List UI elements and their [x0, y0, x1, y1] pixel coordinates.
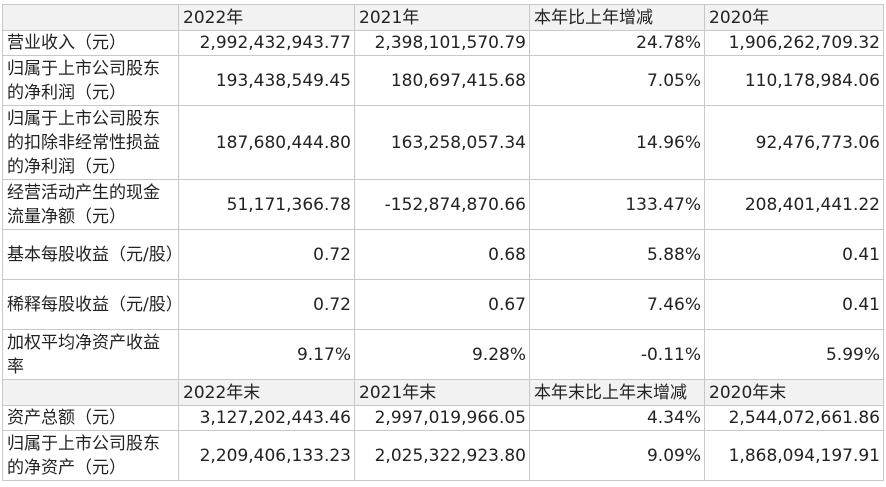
table-row: 资产总额（元） 3,127,202,443.46 2,997,019,966.0…: [2, 405, 884, 431]
header-cell: 2020年: [704, 4, 884, 31]
value-cell: 2,997,019,966.05: [354, 405, 530, 431]
value-cell: 0.68: [354, 229, 530, 280]
header-cell: 2020年末: [704, 379, 884, 406]
value-cell: 2,398,101,570.79: [354, 30, 530, 56]
value-cell: -152,874,870.66: [354, 179, 530, 230]
value-cell: 163,258,057.34: [354, 105, 530, 180]
table-row: 归属于上市公司股东的扣除非经常性损益的净利润（元） 187,680,444.80…: [2, 105, 884, 180]
value-cell: 2,544,072,661.86: [704, 405, 884, 431]
header-cell: 2021年: [354, 4, 530, 31]
value-cell: 2,025,322,923.80: [354, 430, 530, 481]
row-label: 资产总额（元）: [2, 405, 179, 431]
header-row-period-end: 2022年末 2021年末 本年末比上年末增减 2020年末: [2, 379, 884, 406]
header-cell: 2022年: [178, 4, 355, 31]
table-row: 加权平均净资产收益率 9.17% 9.28% -0.11% 5.99%: [2, 329, 884, 380]
header-cell: 2022年末: [178, 379, 355, 406]
value-cell: 0.41: [704, 229, 884, 280]
table-row: 稀释每股收益（元/股） 0.72 0.67 7.46% 0.41: [2, 279, 884, 330]
value-cell: 9.17%: [178, 329, 355, 380]
value-cell: 24.78%: [529, 30, 705, 56]
table-row: 营业收入（元） 2,992,432,943.77 2,398,101,570.7…: [2, 30, 884, 56]
header-cell: [2, 4, 179, 31]
value-cell: -0.11%: [529, 329, 705, 380]
value-cell: 133.47%: [529, 179, 705, 230]
value-cell: 208,401,441.22: [704, 179, 884, 230]
value-cell: 51,171,366.78: [178, 179, 355, 230]
row-label: 归属于上市公司股东的扣除非经常性损益的净利润（元）: [2, 105, 179, 180]
value-cell: 180,697,415.68: [354, 55, 530, 106]
row-label: 加权平均净资产收益率: [2, 329, 179, 380]
value-cell: 0.67: [354, 279, 530, 330]
value-cell: 2,992,432,943.77: [178, 30, 355, 56]
value-cell: 5.88%: [529, 229, 705, 280]
header-cell: 本年末比上年末增减: [529, 379, 705, 406]
value-cell: 9.09%: [529, 430, 705, 481]
header-cell: 2021年末: [354, 379, 530, 406]
row-label: 归属于上市公司股东的净资产（元）: [2, 430, 179, 481]
value-cell: 14.96%: [529, 105, 705, 180]
value-cell: 3,127,202,443.46: [178, 405, 355, 431]
value-cell: 5.99%: [704, 329, 884, 380]
value-cell: 1,868,094,197.91: [704, 430, 884, 481]
value-cell: 92,476,773.06: [704, 105, 884, 180]
value-cell: 7.05%: [529, 55, 705, 106]
row-label: 营业收入（元）: [2, 30, 179, 56]
value-cell: 193,438,549.45: [178, 55, 355, 106]
table-row: 归属于上市公司股东的净资产（元） 2,209,406,133.23 2,025,…: [2, 430, 884, 481]
value-cell: 4.34%: [529, 405, 705, 431]
table-row: 归属于上市公司股东的净利润（元） 193,438,549.45 180,697,…: [2, 55, 884, 106]
header-row: 2022年 2021年 本年比上年增减 2020年: [2, 4, 884, 31]
value-cell: 9.28%: [354, 329, 530, 380]
value-cell: 0.41: [704, 279, 884, 330]
value-cell: 187,680,444.80: [178, 105, 355, 180]
row-label: 稀释每股收益（元/股）: [2, 279, 179, 330]
row-label: 经营活动产生的现金流量净额（元）: [2, 179, 179, 230]
value-cell: 2,209,406,133.23: [178, 430, 355, 481]
value-cell: 110,178,984.06: [704, 55, 884, 106]
table-row: 基本每股收益（元/股） 0.72 0.68 5.88% 0.41: [2, 229, 884, 280]
value-cell: 7.46%: [529, 279, 705, 330]
header-cell: [2, 379, 179, 406]
header-cell: 本年比上年增减: [529, 4, 705, 31]
value-cell: 0.72: [178, 229, 355, 280]
value-cell: 0.72: [178, 279, 355, 330]
value-cell: 1,906,262,709.32: [704, 30, 884, 56]
table-row: 经营活动产生的现金流量净额（元） 51,171,366.78 -152,874,…: [2, 179, 884, 230]
row-label: 归属于上市公司股东的净利润（元）: [2, 55, 179, 106]
financial-summary-table: 2022年 2021年 本年比上年增减 2020年 营业收入（元） 2,992,…: [2, 4, 884, 481]
row-label: 基本每股收益（元/股）: [2, 229, 179, 280]
